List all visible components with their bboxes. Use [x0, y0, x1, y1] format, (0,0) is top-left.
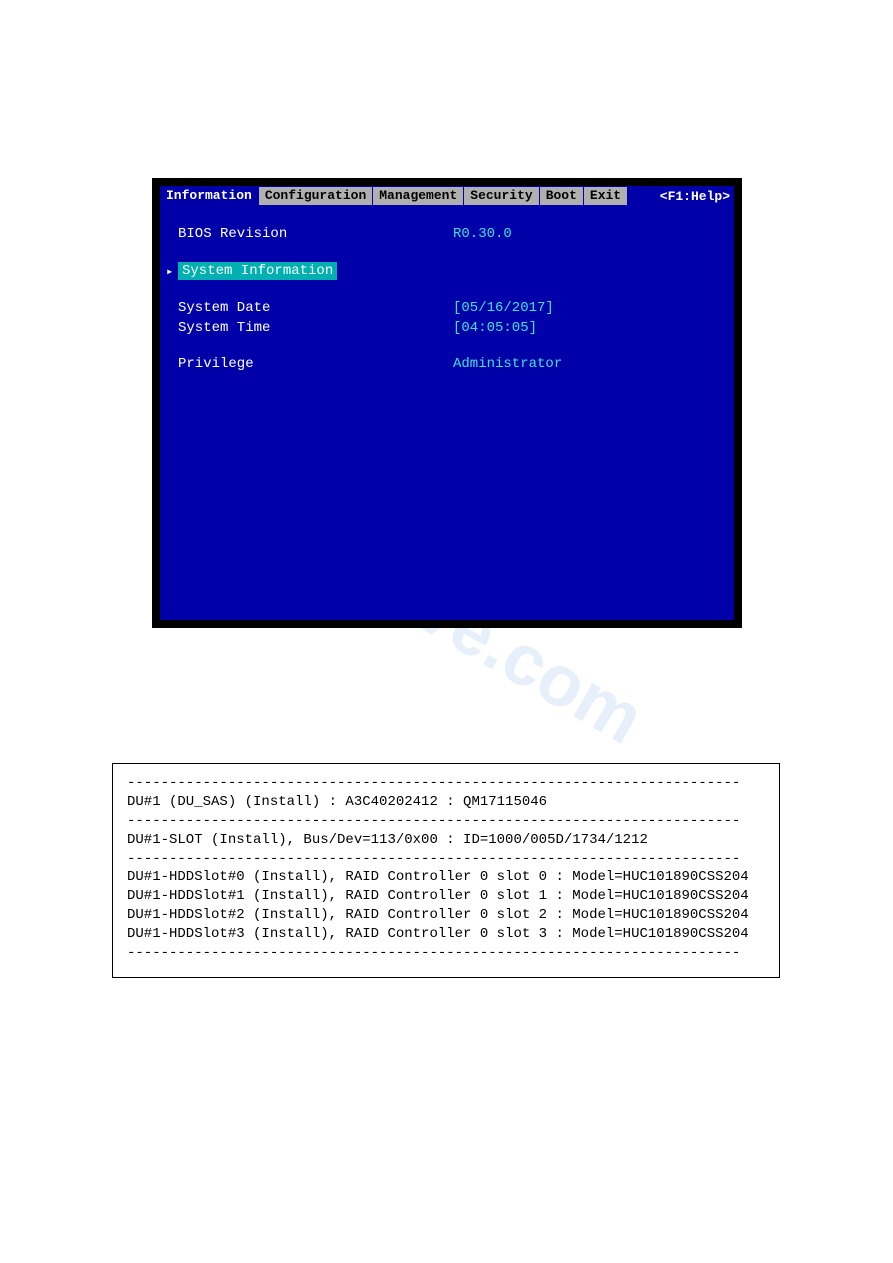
bios-revision-value: R0.30.0 [453, 226, 716, 242]
tab-management[interactable]: Management [373, 187, 463, 205]
selection-arrow-icon: ▸ [166, 264, 178, 279]
separator-line: ----------------------------------------… [127, 944, 765, 963]
privilege-value: Administrator [453, 356, 716, 372]
bios-tab-bar: Information Configuration Management Sec… [160, 186, 734, 206]
tab-boot[interactable]: Boot [540, 187, 583, 205]
spacer [178, 340, 716, 356]
help-hint: <F1:Help> [656, 189, 734, 204]
system-date-value[interactable]: [05/16/2017] [453, 300, 716, 316]
system-information-item[interactable]: System Information [178, 262, 337, 280]
row-bios-revision: BIOS Revision R0.30.0 [178, 226, 716, 242]
system-time-label: System Time [178, 320, 453, 336]
row-system-date[interactable]: System Date [05/16/2017] [178, 300, 716, 316]
tab-exit[interactable]: Exit [584, 187, 627, 205]
tab-security[interactable]: Security [464, 187, 538, 205]
separator-line: ----------------------------------------… [127, 774, 765, 793]
bios-inner: Information Configuration Management Sec… [160, 186, 734, 620]
privilege-label: Privilege [178, 356, 453, 372]
separator-line: ----------------------------------------… [127, 812, 765, 831]
bios-window: Information Configuration Management Sec… [152, 178, 742, 628]
system-time-value[interactable]: [04:05:05] [453, 320, 716, 336]
tab-configuration[interactable]: Configuration [259, 187, 372, 205]
terminal-line-hdd: DU#1-HDDSlot#1 (Install), RAID Controlle… [127, 887, 765, 906]
terminal-line-hdd: DU#1-HDDSlot#0 (Install), RAID Controlle… [127, 868, 765, 887]
terminal-line-slot: DU#1-SLOT (Install), Bus/Dev=113/0x00 : … [127, 831, 765, 850]
terminal-line-hdd: DU#1-HDDSlot#2 (Install), RAID Controlle… [127, 906, 765, 925]
bios-revision-label: BIOS Revision [178, 226, 453, 242]
row-system-time[interactable]: System Time [04:05:05] [178, 320, 716, 336]
terminal-line-du: DU#1 (DU_SAS) (Install) : A3C40202412 : … [127, 793, 765, 812]
row-privilege: Privilege Administrator [178, 356, 716, 372]
terminal-output-box: ----------------------------------------… [112, 763, 780, 978]
tab-information[interactable]: Information [160, 187, 258, 205]
terminal-line-hdd: DU#1-HDDSlot#3 (Install), RAID Controlle… [127, 925, 765, 944]
separator-line: ----------------------------------------… [127, 850, 765, 869]
system-date-label: System Date [178, 300, 453, 316]
row-system-information[interactable]: ▸ System Information [166, 262, 716, 280]
bios-body: BIOS Revision R0.30.0 ▸ System Informati… [160, 206, 734, 620]
